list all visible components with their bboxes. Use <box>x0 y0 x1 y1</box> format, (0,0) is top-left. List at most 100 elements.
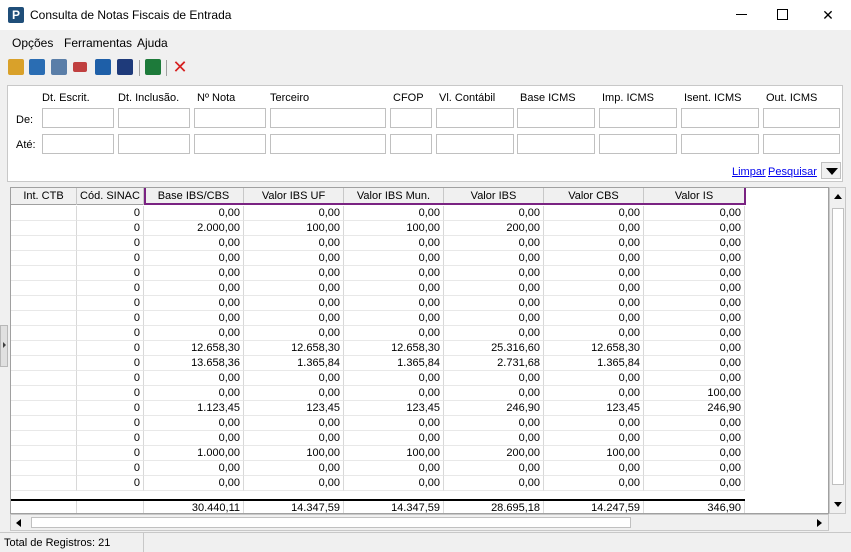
cell-valor-cbs[interactable]: 0,00 <box>544 371 644 386</box>
cell-cod-sinac[interactable]: 0 <box>77 281 144 296</box>
cell-base-ibs-cbs[interactable]: 0,00 <box>144 326 244 341</box>
cell-valor-ibs-uf[interactable]: 100,00 <box>244 446 344 461</box>
cell-valor-cbs[interactable]: 0,00 <box>544 236 644 251</box>
cell-valor-cbs[interactable]: 0,00 <box>544 416 644 431</box>
ate-cfop-input[interactable] <box>390 134 432 154</box>
book-icon[interactable] <box>8 59 24 75</box>
cell-base-ibs-cbs[interactable]: 0,00 <box>144 296 244 311</box>
cell-base-ibs-cbs[interactable]: 0,00 <box>144 251 244 266</box>
cell-valor-is[interactable]: 0,00 <box>644 221 745 236</box>
cell-cod-sinac[interactable]: 0 <box>77 371 144 386</box>
ate-dt-escrit-input[interactable] <box>42 134 114 154</box>
maximize-button[interactable] <box>760 0 806 30</box>
cell-valor-ibs-uf[interactable]: 0,00 <box>244 296 344 311</box>
cell-valor-is[interactable]: 0,00 <box>644 371 745 386</box>
cell-valor-ibs[interactable]: 0,00 <box>444 326 544 341</box>
cell-valor-ibs-uf[interactable]: 0,00 <box>244 386 344 401</box>
scroll-left-icon[interactable] <box>11 515 28 530</box>
cell-int-ctb[interactable] <box>11 476 77 491</box>
de-terceiro-input[interactable] <box>270 108 386 128</box>
cell-valor-is[interactable]: 0,00 <box>644 311 745 326</box>
cell-int-ctb[interactable] <box>11 386 77 401</box>
menu-opcoes[interactable]: Opções <box>12 36 53 50</box>
cell-cod-sinac[interactable]: 0 <box>77 461 144 476</box>
cell-base-ibs-cbs[interactable]: 1.123,45 <box>144 401 244 416</box>
layers-icon[interactable] <box>29 59 45 75</box>
cell-cod-sinac[interactable]: 0 <box>77 326 144 341</box>
de-cfop-input[interactable] <box>390 108 432 128</box>
cell-valor-cbs[interactable]: 100,00 <box>544 446 644 461</box>
cell-valor-ibs-mun[interactable]: 100,00 <box>344 221 444 236</box>
scroll-right-icon[interactable] <box>811 515 828 530</box>
cell-cod-sinac[interactable]: 0 <box>77 311 144 326</box>
cell-base-ibs-cbs[interactable]: 2.000,00 <box>144 221 244 236</box>
cell-valor-cbs[interactable]: 0,00 <box>544 221 644 236</box>
cell-valor-is[interactable]: 0,00 <box>644 206 745 221</box>
cell-valor-ibs[interactable]: 0,00 <box>444 206 544 221</box>
cell-base-ibs-cbs[interactable]: 0,00 <box>144 431 244 446</box>
cell-int-ctb[interactable] <box>11 446 77 461</box>
cell-valor-is[interactable]: 0,00 <box>644 236 745 251</box>
scroll-up-icon[interactable] <box>830 188 845 205</box>
de-isent-icms-input[interactable] <box>681 108 759 128</box>
cell-cod-sinac[interactable]: 0 <box>77 446 144 461</box>
cell-base-ibs-cbs[interactable]: 0,00 <box>144 371 244 386</box>
table-row[interactable]: 0 0,00 0,00 0,00 0,00 0,00 0,00 <box>11 236 745 251</box>
cell-int-ctb[interactable] <box>11 251 77 266</box>
form-icon[interactable] <box>51 59 67 75</box>
cell-valor-is[interactable]: 0,00 <box>644 416 745 431</box>
cell-base-ibs-cbs[interactable]: 0,00 <box>144 416 244 431</box>
cell-int-ctb[interactable] <box>11 311 77 326</box>
cell-valor-ibs-mun[interactable]: 0,00 <box>344 431 444 446</box>
cell-valor-is[interactable]: 0,00 <box>644 266 745 281</box>
cell-valor-cbs[interactable]: 0,00 <box>544 476 644 491</box>
cell-valor-ibs[interactable]: 25.316,60 <box>444 341 544 356</box>
cell-valor-cbs[interactable]: 0,00 <box>544 281 644 296</box>
cell-valor-is[interactable]: 100,00 <box>644 386 745 401</box>
cell-base-ibs-cbs[interactable]: 0,00 <box>144 311 244 326</box>
table-row[interactable]: 0 0,00 0,00 0,00 0,00 0,00 0,00 <box>11 461 745 476</box>
cell-valor-ibs[interactable]: 0,00 <box>444 311 544 326</box>
cell-valor-ibs-mun[interactable]: 0,00 <box>344 266 444 281</box>
cell-valor-is[interactable]: 0,00 <box>644 476 745 491</box>
cell-valor-ibs-mun[interactable]: 0,00 <box>344 476 444 491</box>
cell-valor-ibs-mun[interactable]: 100,00 <box>344 446 444 461</box>
cell-valor-ibs[interactable]: 0,00 <box>444 296 544 311</box>
ate-dt-inclusao-input[interactable] <box>118 134 190 154</box>
cell-cod-sinac[interactable]: 0 <box>77 356 144 371</box>
cell-cod-sinac[interactable]: 0 <box>77 221 144 236</box>
cell-base-ibs-cbs[interactable]: 0,00 <box>144 206 244 221</box>
cell-valor-ibs-uf[interactable]: 0,00 <box>244 266 344 281</box>
vertical-scrollbar[interactable] <box>829 187 846 514</box>
cell-valor-ibs[interactable]: 0,00 <box>444 236 544 251</box>
table-row[interactable]: 0 0,00 0,00 0,00 0,00 0,00 0,00 <box>11 476 745 491</box>
cell-valor-ibs-mun[interactable]: 0,00 <box>344 386 444 401</box>
cell-valor-ibs-mun[interactable]: 0,00 <box>344 416 444 431</box>
cell-cod-sinac[interactable]: 0 <box>77 476 144 491</box>
cell-valor-is[interactable]: 0,00 <box>644 251 745 266</box>
cell-int-ctb[interactable] <box>11 206 77 221</box>
menu-ajuda[interactable]: Ajuda <box>137 36 168 50</box>
cell-valor-ibs-uf[interactable]: 0,00 <box>244 416 344 431</box>
cell-valor-ibs-uf[interactable]: 1.365,84 <box>244 356 344 371</box>
de-out-icms-input[interactable] <box>763 108 840 128</box>
table-row[interactable]: 0 0,00 0,00 0,00 0,00 0,00 0,00 <box>11 281 745 296</box>
cell-int-ctb[interactable] <box>11 281 77 296</box>
cell-valor-ibs-mun[interactable]: 12.658,30 <box>344 341 444 356</box>
cell-valor-ibs[interactable]: 0,00 <box>444 416 544 431</box>
table-row[interactable]: 0 0,00 0,00 0,00 0,00 0,00 0,00 <box>11 296 745 311</box>
table-row[interactable]: 0 1.123,45 123,45 123,45 246,90 123,45 246,90 <box>11 401 745 416</box>
cell-valor-ibs[interactable]: 0,00 <box>444 386 544 401</box>
cell-int-ctb[interactable] <box>11 416 77 431</box>
cell-int-ctb[interactable] <box>11 266 77 281</box>
cell-cod-sinac[interactable]: 0 <box>77 296 144 311</box>
cell-valor-ibs-mun[interactable]: 123,45 <box>344 401 444 416</box>
cell-valor-is[interactable]: 0,00 <box>644 461 745 476</box>
de-base-icms-input[interactable] <box>517 108 595 128</box>
clear-link[interactable]: Limpar <box>732 166 766 178</box>
cell-valor-ibs-mun[interactable]: 0,00 <box>344 371 444 386</box>
chart-icon[interactable] <box>117 59 133 75</box>
cell-base-ibs-cbs[interactable]: 0,00 <box>144 461 244 476</box>
filter-dropdown-button[interactable] <box>821 162 841 179</box>
horizontal-scrollbar[interactable] <box>10 514 829 531</box>
